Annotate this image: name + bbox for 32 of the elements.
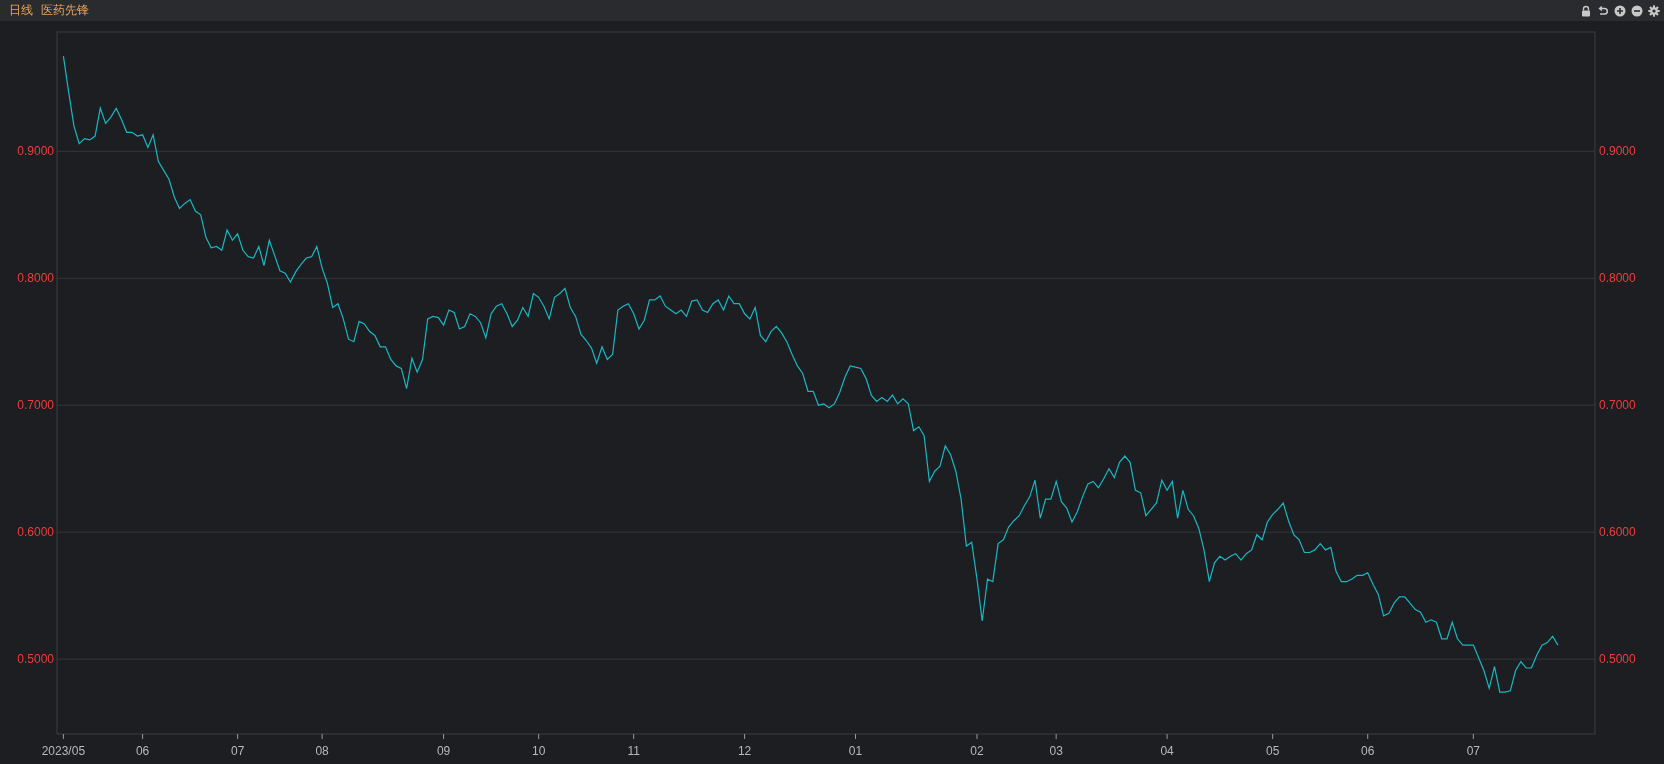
settings-icon[interactable] — [1648, 4, 1660, 17]
x-axis-label: 04 — [1160, 744, 1174, 758]
y-axis-label: 0.8000 — [17, 271, 54, 286]
undo-icon[interactable] — [1597, 4, 1609, 17]
fund-name: 医药先锋 — [41, 2, 89, 19]
x-axis-label: 09 — [436, 744, 451, 758]
y-axis-label: 0.7000 — [1599, 398, 1636, 413]
x-axis-label: 03 — [1049, 744, 1063, 758]
x-axis-label: 01 — [848, 744, 863, 758]
y-axis-label: 0.6000 — [1599, 525, 1636, 540]
x-axis-label: 10 — [531, 744, 546, 758]
x-axis-label: 2023/05 — [41, 744, 86, 758]
y-axis-label: 0.6000 — [17, 525, 54, 540]
zoom-in-icon[interactable] — [1614, 4, 1626, 17]
y-axis-label: 0.5000 — [1599, 652, 1636, 667]
x-axis-label: 11 — [627, 744, 640, 758]
x-axis-label: 07 — [1466, 744, 1481, 758]
x-axis-label: 07 — [230, 744, 245, 758]
y-axis-label: 0.9000 — [17, 144, 54, 159]
x-axis-label: 05 — [1266, 744, 1280, 758]
y-axis-label: 0.8000 — [1599, 271, 1636, 286]
x-axis-label: 12 — [737, 744, 752, 758]
x-axis-label: 02 — [970, 744, 984, 758]
y-axis-label: 0.9000 — [1599, 144, 1636, 159]
zoom-out-icon[interactable] — [1631, 4, 1643, 17]
x-axis-label: 06 — [135, 744, 150, 758]
y-axis-label: 0.7000 — [17, 398, 54, 413]
y-axis-label: 0.5000 — [17, 652, 54, 667]
lock-icon[interactable] — [1580, 4, 1592, 17]
x-axis-label: 08 — [315, 744, 329, 758]
period-label: 日线 — [9, 2, 33, 19]
x-axis-label: 06 — [1361, 744, 1375, 758]
